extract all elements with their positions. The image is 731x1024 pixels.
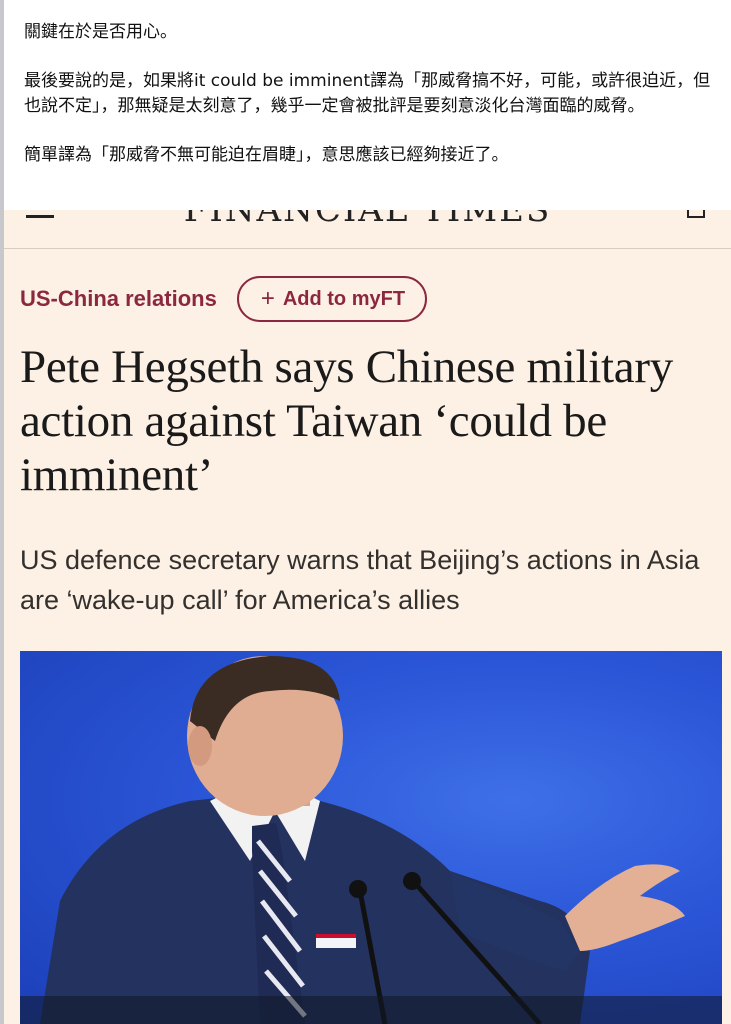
article-photo — [20, 651, 722, 1024]
ft-logo: FINANCIAL TIMES — [183, 210, 552, 230]
topic-row: US-China relations + Add to myFT — [20, 275, 428, 323]
post-paragraph-1: 關鍵在於是否用心。 — [24, 22, 177, 42]
ft-article-screenshot: FINANCIAL TIMES US-China relations + Add… — [4, 210, 731, 1024]
post-text: 關鍵在於是否用心。 最後要說的是，如果將it could be imminent… — [24, 20, 714, 168]
add-to-myft-label: Add to myFT — [282, 287, 406, 310]
add-to-myft-button[interactable]: + Add to myFT — [236, 276, 428, 322]
plus-icon: + — [260, 285, 275, 312]
post-paragraph-2: 最後要說的是，如果將it could be imminent譯為「那威脅搞不好，… — [24, 71, 711, 116]
ft-masthead: FINANCIAL TIMES — [4, 210, 731, 249]
account-icon[interactable] — [687, 210, 705, 218]
post-paragraph-3: 簡單譯為「那威脅不無可能迫在眉睫」，意思應該已經夠接近了。 — [24, 145, 509, 165]
topic-link[interactable]: US-China relations — [20, 286, 217, 312]
article-standfirst: US defence secretary warns that Beijing’… — [20, 545, 700, 615]
article-headline: Pete Hegseth says Chinese military actio… — [20, 341, 673, 501]
